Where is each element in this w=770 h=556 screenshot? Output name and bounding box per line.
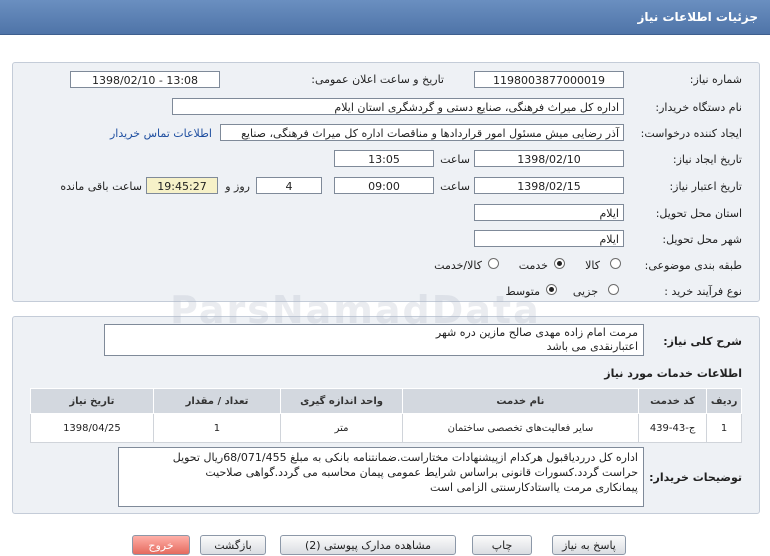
summary-line-2: اعتبارنقدی می باشد <box>546 340 638 353</box>
category-option-service: خدمت <box>518 259 548 272</box>
created-time-field: 13:05 <box>334 150 434 167</box>
created-date-field: 1398/02/10 <box>474 150 624 167</box>
col-need-date: تاریخ نیاز <box>30 388 154 414</box>
window-titlebar: جزئیات اطلاعات نیاز <box>0 0 770 35</box>
buyer-field: اداره کل میراث فرهنگی، صنایع دستی و گردش… <box>172 98 624 115</box>
summary-line-1: مرمت امام زاده مهدی صالح مازین دره شهر <box>435 326 638 339</box>
cell-unit: متر <box>280 413 403 443</box>
city-label: شهر محل تحویل: <box>662 233 742 246</box>
cell-row: 1 <box>706 413 742 443</box>
back-button[interactable]: بازگشت <box>200 535 266 555</box>
days-label: روز و <box>225 180 250 193</box>
category-option-goods-service: کالا/خدمت <box>434 259 482 272</box>
buyer-notes-line-1: اداره کل درردیاقبول هرکدام ازپیشنهادات م… <box>172 451 638 464</box>
process-option-minor: جزیی <box>572 285 598 298</box>
services-section-title: اطلاعات خدمات مورد نیاز <box>604 367 742 380</box>
category-label: طبقه بندی موضوعی: <box>644 259 742 272</box>
cell-service-name: سایر فعالیت‌های تخصصی ساختمان <box>401 413 639 443</box>
remaining-time-field: 19:45:27 <box>146 177 218 194</box>
need-number-label: شماره نیاز: <box>689 73 742 86</box>
col-row: ردیف <box>706 388 742 414</box>
requester-field: آذر رضایی میش مسئول امور قراردادها و منا… <box>220 124 624 141</box>
buyer-label: نام دستگاه خریدار: <box>655 101 742 114</box>
reply-button[interactable]: پاسخ به نیاز <box>552 535 626 555</box>
requester-label: ایجاد کننده درخواست: <box>640 127 742 140</box>
process-radio-minor[interactable] <box>608 284 619 295</box>
col-service-name: نام خدمت <box>401 388 639 414</box>
category-option-goods: کالا <box>585 259 600 272</box>
cell-service-code: ج-43-439 <box>637 413 708 443</box>
attachments-button[interactable]: مشاهده مدارک پیوستی (2) <box>280 535 456 555</box>
col-service-code: کد خدمت <box>637 388 708 414</box>
created-time-label: ساعت <box>440 153 470 166</box>
category-radio-goods-service[interactable] <box>488 258 499 269</box>
created-date-label: تاریخ ایجاد نیاز: <box>672 153 742 166</box>
announce-label: تاریخ و ساعت اعلان عمومی: <box>311 73 444 86</box>
remaining-label: ساعت باقی مانده <box>60 180 142 193</box>
announce-field: 1398/02/10 - 13:08 <box>70 71 220 88</box>
buyer-notes-box: اداره کل درردیاقبول هرکدام ازپیشنهادات م… <box>118 447 644 507</box>
buyer-notes-line-3: پیمانکاری مرمت یااستادکارسنتی الزامی است <box>430 481 638 494</box>
print-button[interactable]: چاپ <box>472 535 532 555</box>
category-radio-service[interactable] <box>554 258 565 269</box>
validity-time-field: 09:00 <box>334 177 434 194</box>
services-table: ردیف کد خدمت نام خدمت واحد اندازه گیری ت… <box>30 388 742 443</box>
cell-need-date: 1398/04/25 <box>30 413 154 443</box>
buyer-notes-line-2: حراست گردد.کسورات قانونی براساس شرایط عم… <box>205 466 638 479</box>
table-row: 1 ج-43-439 سایر فعالیت‌های تخصصی ساختمان… <box>30 413 742 443</box>
col-unit: واحد اندازه گیری <box>280 388 403 414</box>
exit-button[interactable]: خروج <box>132 535 190 555</box>
validity-date-field: 1398/02/15 <box>474 177 624 194</box>
city-field: ایلام <box>474 230 624 247</box>
process-label: نوع فرآیند خرید : <box>664 285 742 298</box>
col-quantity: تعداد / مقدار <box>152 388 282 414</box>
province-field: ایلام <box>474 204 624 221</box>
province-label: استان محل تحویل: <box>655 207 742 220</box>
validity-date-label: تاریخ اعتبار نیاز: <box>669 180 742 193</box>
cell-quantity: 1 <box>152 413 282 443</box>
summary-box: مرمت امام زاده مهدی صالح مازین دره شهر ا… <box>104 324 644 356</box>
validity-time-label: ساعت <box>440 180 470 193</box>
summary-label: شرح کلی نیاز: <box>663 335 742 348</box>
need-number-field: 1198003877000019 <box>474 71 624 88</box>
window-title: جزئیات اطلاعات نیاز <box>637 10 758 24</box>
services-table-header: ردیف کد خدمت نام خدمت واحد اندازه گیری ت… <box>30 388 742 414</box>
buyer-notes-label: توضیحات خریدار: <box>649 471 742 484</box>
buyer-contact-link[interactable]: اطلاعات تماس خریدار <box>110 127 212 140</box>
days-remaining-field: 4 <box>256 177 322 194</box>
category-radio-goods[interactable] <box>610 258 621 269</box>
process-radio-medium[interactable] <box>546 284 557 295</box>
